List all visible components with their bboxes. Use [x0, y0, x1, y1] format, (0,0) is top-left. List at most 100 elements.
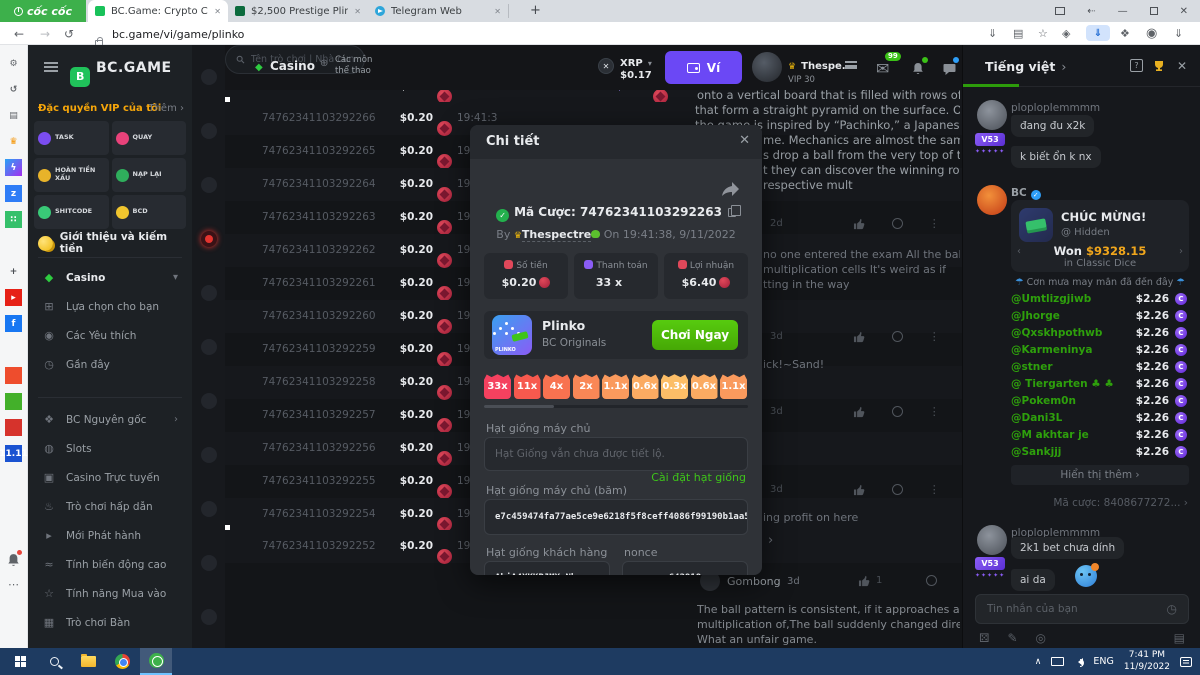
sidebar-hamburger-icon[interactable]: [44, 62, 58, 72]
sports-tab[interactable]: Các mônthể thao: [335, 55, 372, 76]
browser-tab[interactable]: BC.Game: Crypto Casino Gan ✕: [88, 0, 228, 22]
sidebar-menu-item[interactable]: ▸ Mới Phát hành: [28, 521, 192, 550]
bell-icon[interactable]: [912, 60, 924, 79]
rail-game-icon[interactable]: [201, 555, 217, 571]
sidebar-menu-item[interactable]: ◆ Casino ▾: [28, 263, 192, 292]
chat-user-avatar[interactable]: [977, 525, 1007, 555]
start-button[interactable]: [4, 648, 36, 675]
side-strip-icon[interactable]: ▸: [5, 289, 22, 306]
rail-game-icon[interactable]: [201, 231, 217, 247]
bookmark-star-icon[interactable]: ☆: [1038, 27, 1048, 40]
dice-icon[interactable]: ⚄: [979, 631, 989, 645]
trophy-icon[interactable]: [1153, 60, 1165, 72]
dislike-icon[interactable]: [892, 218, 903, 229]
sidebar-menu-item[interactable]: ▣ Casino Trực tuyến: [28, 463, 192, 492]
dislike-icon[interactable]: [892, 406, 903, 417]
chat-input[interactable]: Tin nhắn của bạn ◷: [975, 594, 1189, 624]
vip-more-link[interactable]: Thêm ›: [148, 103, 184, 114]
promo-card[interactable]: BCD: [112, 195, 187, 229]
like-icon[interactable]: [858, 575, 871, 587]
play-now-button[interactable]: Chơi Ngay: [652, 320, 738, 350]
side-strip-icon[interactable]: [5, 341, 22, 358]
sidebar-menu-item[interactable]: ♨ Trò chơi hấp dẫn: [28, 492, 192, 521]
sidebar-menu-item[interactable]: ◉ Các Yêu thích: [28, 321, 192, 350]
nonce-input[interactable]: 642919: [622, 561, 748, 575]
more-options-icon[interactable]: ⋯: [8, 578, 20, 591]
seed-settings-link[interactable]: Cài đặt hạt giống: [651, 471, 746, 484]
profile-avatar-icon[interactable]: ◉: [1146, 26, 1157, 41]
side-strip-icon[interactable]: ▤: [5, 107, 22, 124]
rail-game-icon[interactable]: [201, 393, 217, 409]
chat-toggle-icon[interactable]: [943, 60, 956, 79]
sidebar-menu-item[interactable]: ⊞ Lựa chọn cho bạn: [28, 292, 192, 321]
like-icon[interactable]: [853, 406, 866, 418]
shield-icon[interactable]: ◈: [1062, 27, 1070, 40]
currency-selector[interactable]: ✕ XRP ▾ $0.17: [598, 51, 652, 81]
referral-row[interactable]: Giới thiệu và kiếm tiền: [38, 231, 192, 255]
chat-rules-icon[interactable]: ▤: [1174, 631, 1185, 645]
congrats-card[interactable]: CHÚC MỪNG! @ Hidden ‹ › Won $9328.15 in …: [1011, 200, 1189, 272]
promo-card[interactable]: HOÀN TIỀN XẤU: [34, 158, 109, 192]
tray-expand-icon[interactable]: ∧: [1035, 657, 1042, 667]
rail-game-icon[interactable]: [201, 501, 217, 517]
pencil-icon[interactable]: ✎: [1007, 631, 1017, 645]
new-tab-button[interactable]: +: [530, 3, 541, 18]
side-strip-icon[interactable]: f: [5, 315, 22, 332]
back-button[interactable]: ←: [14, 27, 24, 41]
rain-winner-row[interactable]: @Umtlizgjiwb $2.26 C: [1011, 291, 1189, 308]
reload-button[interactable]: ↺: [64, 27, 74, 41]
side-strip-icon[interactable]: ∷: [5, 211, 22, 228]
rain-winner-row[interactable]: @Pokem0n $2.26 C: [1011, 393, 1189, 410]
side-strip-icon[interactable]: ⚙: [5, 55, 22, 72]
maximize-button[interactable]: [1150, 7, 1158, 15]
copy-icon[interactable]: [728, 208, 736, 217]
browser-tab[interactable]: Telegram Web ✕: [368, 0, 508, 22]
modal-close-icon[interactable]: ✕: [739, 133, 750, 148]
taskbar-clock[interactable]: 7:41 PM 11/9/2022: [1124, 650, 1170, 673]
modal-bet-id[interactable]: Mã Cược: 74762341103292263: [514, 205, 722, 219]
bc-bot-avatar[interactable]: [977, 185, 1007, 215]
kebab-menu-icon[interactable]: ⋮: [929, 405, 940, 418]
side-strip-icon[interactable]: [5, 419, 22, 436]
like-icon[interactable]: [853, 331, 866, 343]
forward-button[interactable]: →: [40, 27, 50, 41]
downloads-icon[interactable]: ⇓: [1174, 27, 1183, 40]
plinko-game-icon[interactable]: PLINKO: [492, 315, 532, 355]
comment-expand-icon[interactable]: ›: [768, 533, 773, 548]
rail-game-icon[interactable]: [201, 609, 217, 625]
chat-language-tab[interactable]: Tiếng việt›: [985, 59, 1066, 74]
reader-mode-icon[interactable]: ▤: [1013, 27, 1023, 40]
kebab-menu-icon[interactable]: ⋮: [929, 330, 940, 343]
download-tray-icon[interactable]: ⇓: [988, 27, 997, 40]
share-icon[interactable]: [720, 181, 740, 197]
show-more-button[interactable]: Hiển thị thêm ›: [1011, 465, 1189, 485]
like-icon[interactable]: [853, 484, 866, 496]
promo-card[interactable]: NẠP LẠI: [112, 158, 187, 192]
notification-bell-icon[interactable]: [7, 552, 20, 571]
promo-card[interactable]: QUAY: [112, 121, 187, 155]
kebab-menu-icon[interactable]: ⋮: [929, 217, 940, 230]
dislike-icon[interactable]: [926, 575, 937, 586]
wallet-button[interactable]: Ví: [665, 51, 742, 84]
dislike-icon[interactable]: [892, 331, 903, 342]
rain-winner-row[interactable]: @Qxskhpothwb $2.26 C: [1011, 325, 1189, 342]
user-avatar[interactable]: [752, 52, 782, 82]
extensions-icon[interactable]: ❖: [1120, 27, 1130, 40]
active-download-button[interactable]: ⇓: [1086, 25, 1110, 41]
taskbar-search-icon[interactable]: [38, 648, 70, 675]
mail-icon[interactable]: ✉ 99: [876, 59, 889, 78]
client-seed-input[interactable]: AkiA4XKKPJMXeNb: [484, 561, 610, 575]
tab-close-icon[interactable]: ✕: [214, 7, 221, 16]
tab-close-icon[interactable]: ✕: [354, 7, 361, 16]
chat-close-icon[interactable]: ✕: [1177, 59, 1187, 73]
server-seed-hash-input[interactable]: e7c459474fa77ae5ce9e6218f5f8ceff4086f991…: [484, 499, 748, 535]
sidebar-menu-item[interactable]: ❖ BC Nguyên gốc ›: [28, 405, 192, 434]
rail-game-icon[interactable]: [201, 447, 217, 463]
chat-rules-icon[interactable]: ?: [1130, 59, 1143, 72]
sidebar-menu-item[interactable]: ◍ Slots: [28, 434, 192, 463]
server-seed-input[interactable]: Hạt Giống vẫn chưa được tiết lộ.: [484, 437, 748, 471]
header-hamburger-icon[interactable]: [845, 61, 857, 69]
promo-card[interactable]: TASK: [34, 121, 109, 155]
chat-bet-link[interactable]: Mã cược: 8408677272... ›: [1053, 497, 1188, 509]
coccoc-taskbar-icon[interactable]: [140, 648, 172, 675]
